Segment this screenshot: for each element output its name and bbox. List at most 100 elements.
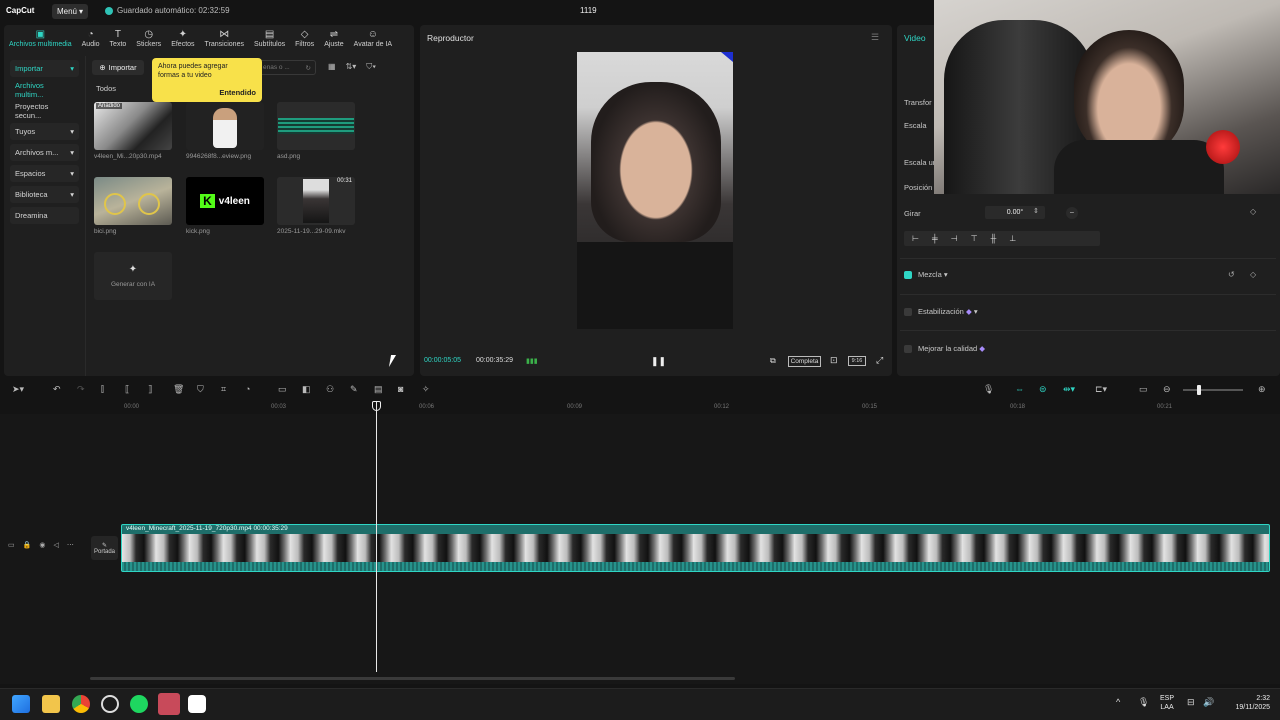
mirror-icon[interactable]: ◧ — [302, 384, 311, 395]
tab-transitions[interactable]: ⋈ Transiciones — [200, 26, 249, 52]
tray-chevron-up-icon[interactable]: ^ — [1116, 697, 1120, 707]
align-bottom-icon[interactable]: ⊥ — [1009, 234, 1016, 243]
sidebar-item-dreamina[interactable]: Dreamina — [10, 207, 79, 224]
link-icon[interactable]: ⇹▾ — [1063, 384, 1075, 395]
video-preview[interactable] — [577, 52, 733, 329]
zoom-in-icon[interactable]: ⊕ — [1258, 384, 1266, 395]
undo-icon[interactable]: ↶ — [53, 384, 61, 395]
playhead[interactable] — [376, 402, 377, 672]
sidebar-item-library[interactable]: Biblioteca ▾ — [10, 186, 79, 203]
blend-row[interactable]: Mezcla ▾ — [904, 270, 948, 280]
tab-effects[interactable]: ✦ Efectos — [166, 26, 199, 52]
tab-adjust[interactable]: ⇌ Ajuste — [319, 26, 348, 52]
spotify-icon[interactable] — [130, 695, 148, 713]
media-item[interactable]: Añadido v4leen_Mi...20p30.mp4 — [94, 102, 172, 160]
split-icon[interactable]: ⫿ — [101, 384, 104, 395]
tab-video[interactable]: Video — [904, 33, 926, 43]
blend-checkbox[interactable] — [904, 271, 912, 280]
align-center-v-icon[interactable]: ╫ — [991, 234, 997, 243]
file-explorer-icon[interactable] — [42, 695, 60, 713]
time-ruler[interactable] — [90, 400, 1280, 414]
align-left-icon[interactable]: ⊢ — [912, 234, 919, 243]
crop-icon[interactable]: ⌗ — [221, 384, 226, 395]
camera-icon[interactable]: ◙ — [398, 384, 403, 394]
caption-icon[interactable]: ▤ — [374, 384, 383, 395]
tab-text[interactable]: T Texto — [105, 26, 132, 52]
rotate-dial-icon[interactable]: – — [1066, 207, 1078, 219]
network-icon[interactable]: ⊟ — [1187, 697, 1195, 708]
zoom-slider-handle[interactable] — [1197, 385, 1201, 395]
delete-icon[interactable]: 🗑 — [173, 384, 184, 395]
align-center-h-icon[interactable]: ╪ — [932, 234, 938, 243]
volume-icon[interactable]: 🔊 — [1203, 697, 1214, 708]
microphone-icon[interactable]: 🎙 — [983, 384, 994, 395]
ai-enhance-icon[interactable]: ✧ — [422, 384, 430, 395]
redo-icon[interactable]: ↷ — [77, 384, 85, 395]
horizontal-scrollbar[interactable] — [90, 677, 735, 680]
keyframe-icon[interactable]: ◇ — [1250, 207, 1256, 216]
project-title[interactable]: 1119 — [580, 6, 597, 15]
magic-wand-icon[interactable]: ✎ — [350, 384, 358, 395]
windows-start-icon[interactable] — [12, 695, 30, 713]
tab-filters[interactable]: ◇ Filtros — [290, 26, 319, 52]
keyframe-icon[interactable]: ◇ — [1250, 270, 1256, 279]
aspect-ratio-button[interactable]: 9:16 — [848, 356, 866, 366]
grid-view-icon[interactable]: ▦ — [328, 62, 336, 72]
sidebar-item-files[interactable]: Archivos m... ▾ — [10, 144, 79, 161]
media-item[interactable]: bici.png — [94, 177, 172, 235]
cover-button[interactable]: ✎ Portada — [91, 536, 118, 560]
sort-icon[interactable]: ⇅▾ — [346, 62, 357, 72]
align-top-icon[interactable]: ⊤ — [971, 234, 978, 243]
preview-axis-icon[interactable]: ⊏▾ — [1095, 384, 1107, 395]
enhance-checkbox[interactable] — [904, 345, 912, 354]
filter-icon[interactable]: ⛉▾ — [366, 62, 376, 72]
speed-icon[interactable]: ◔ — [245, 384, 250, 394]
language-indicator[interactable]: ESP LAA — [1160, 694, 1174, 712]
playhead-handle[interactable] — [372, 401, 381, 411]
media-item[interactable]: asd.png — [277, 102, 355, 160]
enhance-row[interactable]: Mejorar la calidad ◆ — [904, 344, 985, 354]
select-tool-icon[interactable]: ➤▾ — [12, 384, 24, 395]
quality-full-button[interactable]: Completa — [788, 356, 821, 367]
tab-audio[interactable]: ◔ Audio — [77, 26, 105, 52]
menu-icon[interactable]: ☰ — [871, 32, 879, 43]
stabilization-checkbox[interactable] — [904, 308, 912, 317]
shield-icon[interactable]: ⛉ — [197, 384, 204, 395]
more-icon[interactable]: ⋯ — [67, 541, 74, 549]
pause-button[interactable]: ❚❚ — [651, 356, 666, 367]
snap-icon[interactable]: ⊜ — [1039, 384, 1047, 395]
lock-icon[interactable]: 🔒 — [23, 541, 32, 549]
track-hide-icon[interactable]: ▭ — [8, 541, 15, 549]
chrome-icon[interactable] — [72, 695, 90, 713]
generate-ai-button[interactable]: ✦ Generar con IA — [94, 252, 172, 300]
align-right-icon[interactable]: ⊣ — [951, 234, 958, 243]
person-icon[interactable]: ⚇ — [326, 384, 334, 395]
media-item[interactable]: 9946268f8...eview.png — [186, 102, 264, 160]
stepper-icon[interactable]: ⇕ — [1033, 207, 1039, 215]
eye-icon[interactable]: ◉ — [39, 541, 45, 549]
microphone-icon[interactable]: 🎙 — [1138, 697, 1149, 708]
tooltip-ok-button[interactable]: Entendido — [219, 88, 256, 97]
menu-button[interactable]: Menú ▾ — [52, 4, 88, 19]
freeze-icon[interactable]: ▭ — [278, 384, 287, 395]
stabilization-row[interactable]: Estabilización ◆ ▾ — [904, 307, 978, 317]
crop-icon[interactable]: ⧉ — [770, 356, 776, 366]
media-item[interactable]: 00:31 2025-11-19...29-09.mkv — [277, 177, 355, 235]
screen-icon[interactable]: ▭ — [1139, 384, 1148, 395]
capcut-icon[interactable] — [188, 695, 206, 713]
clock[interactable]: 2:32 19/11/2025 — [1226, 694, 1270, 712]
main-track-magnet-icon[interactable]: ⇔ — [1015, 384, 1024, 394]
screenshot-icon[interactable]: ⊡ — [830, 355, 838, 366]
tab-ai-avatar[interactable]: ☺ Avatar de IA — [349, 26, 397, 52]
reset-icon[interactable]: ↺ — [1228, 270, 1235, 279]
import-button[interactable]: ⊕ Importar — [92, 60, 144, 75]
sidebar-item-spaces[interactable]: Espacios ▾ — [10, 165, 79, 182]
tab-media[interactable]: ▣ Archivos multimedia — [4, 26, 77, 52]
media-item[interactable]: K v4leen kick.png — [186, 177, 264, 235]
sidebar-item-subprojects[interactable]: Proyectos secun... — [10, 102, 79, 120]
filter-all-label[interactable]: Todos — [96, 84, 116, 93]
volume-icon[interactable]: ◁ — [53, 541, 58, 549]
sidebar-item-yours[interactable]: Tuyos ▾ — [10, 123, 79, 140]
trim-left-icon[interactable]: ⟦ — [125, 384, 129, 395]
obs-icon[interactable] — [101, 695, 119, 713]
